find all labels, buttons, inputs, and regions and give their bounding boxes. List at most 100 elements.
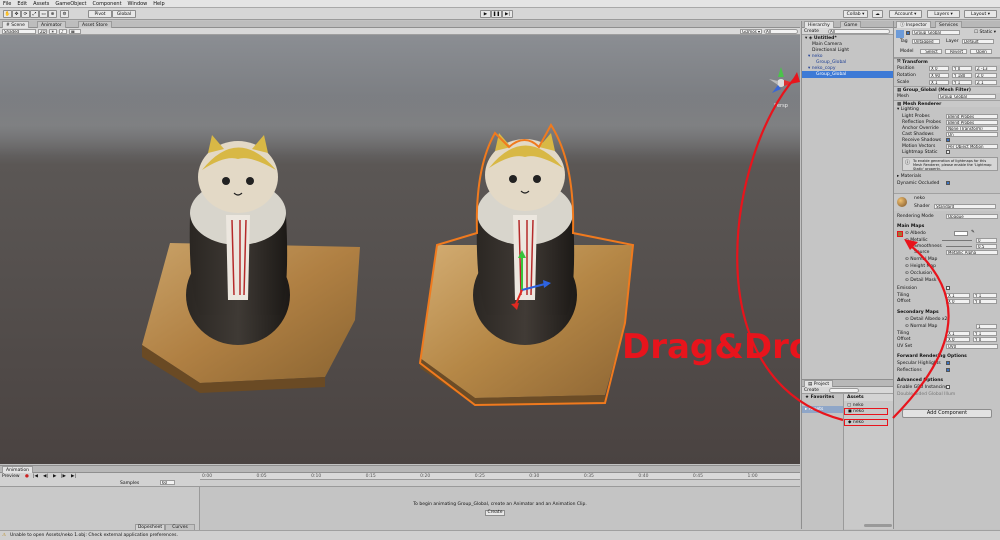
menu-component[interactable]: Component — [93, 1, 122, 7]
lighting-toggle-icon[interactable]: ☀ — [49, 29, 57, 34]
hierarchy-create-button[interactable]: Create — [804, 29, 819, 34]
project-search-input[interactable] — [829, 388, 859, 393]
specular-highlights-checkbox[interactable] — [946, 361, 950, 365]
2d-toggle[interactable]: 2D — [38, 29, 47, 34]
scene-orientation-gizmo[interactable]: Persp — [766, 65, 796, 111]
metallic-slider[interactable] — [942, 240, 972, 241]
rotation-y-field[interactable]: Y 180 — [952, 73, 972, 78]
first-key-icon[interactable]: |◀ — [33, 474, 38, 479]
animation-create-button[interactable]: Create — [485, 510, 505, 516]
tab-game[interactable]: Game — [840, 21, 862, 28]
rect-tool-icon[interactable]: ▭ — [39, 10, 48, 18]
shading-mode-dropdown[interactable]: Shaded — [2, 29, 36, 34]
layout-dropdown[interactable]: Layout ▾ — [964, 10, 997, 18]
rotation-x-field[interactable]: X 90 — [929, 73, 949, 78]
neko-model-original[interactable] — [130, 115, 370, 405]
model-select-button[interactable]: Select — [920, 49, 942, 54]
add-component-button[interactable]: Add Component — [902, 409, 992, 418]
uv-set-dropdown[interactable]: UV0 — [946, 344, 998, 349]
move-tool-icon[interactable]: ✥ — [12, 10, 21, 18]
custom-tool-icon[interactable]: ⚙ — [60, 10, 69, 18]
menu-window[interactable]: Window — [128, 1, 148, 7]
tab-animator[interactable]: Animator — [37, 21, 66, 28]
lightmap-static-checkbox[interactable] — [946, 150, 950, 154]
assets-folder[interactable]: ▸ Assets — [802, 406, 843, 413]
status-message[interactable]: Unable to open Assets/neko 1.obj: Check … — [10, 533, 178, 538]
tab-inspector[interactable]: ⓘ Inspector — [896, 21, 931, 28]
project-create-button[interactable]: Create — [804, 388, 819, 393]
assets-breadcrumb[interactable]: Assets — [844, 394, 894, 401]
menu-assets[interactable]: Assets — [33, 1, 49, 7]
menu-help[interactable]: Help — [153, 1, 164, 7]
scene-search-input[interactable]: All — [764, 29, 798, 34]
timeline-area[interactable]: To begin animating Group_Global, create … — [200, 487, 800, 533]
menu-edit[interactable]: Edit — [17, 1, 27, 7]
scale-tool-icon[interactable]: ⤢ — [30, 10, 39, 18]
active-checkbox[interactable] — [906, 31, 910, 35]
tab-hierarchy[interactable]: Hierarchy — [804, 21, 834, 28]
albedo-color-swatch[interactable] — [954, 231, 968, 236]
global-toggle[interactable]: Global — [112, 10, 136, 18]
tab-asset-store[interactable]: Asset Store — [78, 21, 112, 28]
rotation-z-field[interactable]: Z 0 — [975, 73, 997, 78]
timeline-events-row[interactable] — [200, 480, 800, 487]
materials-foldout[interactable]: ▸ Materials — [894, 173, 1000, 180]
samples-field[interactable]: 60 — [160, 480, 175, 485]
detail-albedo-row[interactable]: ⊙ Detail Albedo x2 — [894, 316, 1000, 323]
move-gizmo-icon[interactable] — [505, 250, 555, 310]
lighting-foldout[interactable]: ▾ Lighting — [894, 106, 1000, 113]
height-map-row[interactable]: ⊙ Height Map — [894, 263, 1000, 270]
occlusion-row[interactable]: ⊙ Occlusion — [894, 270, 1000, 277]
model-revert-button[interactable]: Revert — [945, 49, 967, 54]
smoothness-slider[interactable] — [946, 246, 972, 247]
object-name-field[interactable]: Group_Global — [912, 30, 960, 35]
scene-viewport[interactable]: Persp Drag&Drop — [0, 35, 800, 464]
receive-shadows-checkbox[interactable] — [946, 138, 950, 142]
hand-tool-icon[interactable]: ✋ — [3, 10, 12, 18]
rendering-mode-dropdown[interactable]: Opaque — [946, 214, 998, 219]
tab-scene[interactable]: # Scene — [2, 21, 29, 28]
layers-dropdown[interactable]: Layers ▾ — [927, 10, 960, 18]
menu-file[interactable]: File — [3, 1, 11, 7]
model-open-button[interactable]: Open — [970, 49, 992, 54]
pause-button[interactable]: ❚❚ — [491, 10, 502, 18]
static-toggle[interactable]: ☐ Static ▾ — [974, 30, 996, 35]
transform-tool-icon[interactable]: ⊕ — [48, 10, 57, 18]
next-key-icon[interactable]: |▶ — [61, 474, 66, 479]
axis-gizmo-icon[interactable] — [766, 65, 796, 101]
collab-dropdown[interactable]: Collab ▾ — [843, 10, 868, 18]
source-dropdown[interactable]: Metallic Alpha — [946, 250, 998, 255]
preview-toggle[interactable]: Preview — [2, 474, 20, 479]
hierarchy-item-selected[interactable]: Group_Global — [802, 71, 894, 78]
scale-x-field[interactable]: X 1 — [929, 80, 949, 85]
offset-x-field[interactable]: X 0 — [946, 299, 970, 304]
asset-material-item-highlighted[interactable]: ◼ neko — [844, 408, 888, 415]
prev-key-icon[interactable]: ◀| — [43, 474, 48, 479]
gpu-instancing-checkbox[interactable] — [946, 385, 950, 389]
timeline-ruler[interactable]: 0:00 0:05 0:10 0:15 0:20 0:25 0:30 0:35 0:40 0:45… — [200, 473, 800, 480]
secondary-offset-y-field[interactable]: Y 0 — [973, 337, 997, 342]
gizmos-dropdown[interactable]: Gizmos ▾ — [740, 29, 762, 34]
offset-y-field[interactable]: Y 0 — [973, 299, 997, 304]
reflections-checkbox[interactable] — [946, 368, 950, 372]
eyedropper-icon[interactable]: ✎ — [971, 230, 975, 235]
position-y-field[interactable]: Y 0 — [952, 66, 972, 71]
tag-dropdown[interactable]: Untagged — [912, 39, 940, 44]
scale-y-field[interactable]: Y 1 — [952, 80, 972, 85]
emission-checkbox[interactable] — [946, 286, 950, 290]
tab-services[interactable]: Services — [935, 21, 962, 28]
persp-label[interactable]: Persp — [766, 103, 796, 109]
scale-z-field[interactable]: Z 1 — [975, 80, 997, 85]
step-button[interactable]: ▶| — [502, 10, 513, 18]
pivot-toggle[interactable]: Pivot — [88, 10, 112, 18]
thumbnail-size-slider[interactable] — [864, 524, 892, 527]
tab-project[interactable]: ▤ Project — [804, 380, 834, 387]
play-button[interactable]: ▶ — [480, 10, 491, 18]
mesh-filter-header[interactable]: ▦ Group_Global (Mesh Filter) — [894, 86, 1000, 93]
asset-mesh-item-highlighted[interactable]: ◆ neko — [844, 419, 888, 426]
dynamic-occluded-checkbox[interactable] — [946, 181, 950, 185]
cloud-icon[interactable]: ☁ — [872, 10, 883, 18]
record-icon[interactable]: ● — [25, 474, 29, 479]
secondary-normal-field[interactable]: 1 — [976, 324, 997, 329]
position-x-field[interactable]: X 0 — [929, 66, 949, 71]
